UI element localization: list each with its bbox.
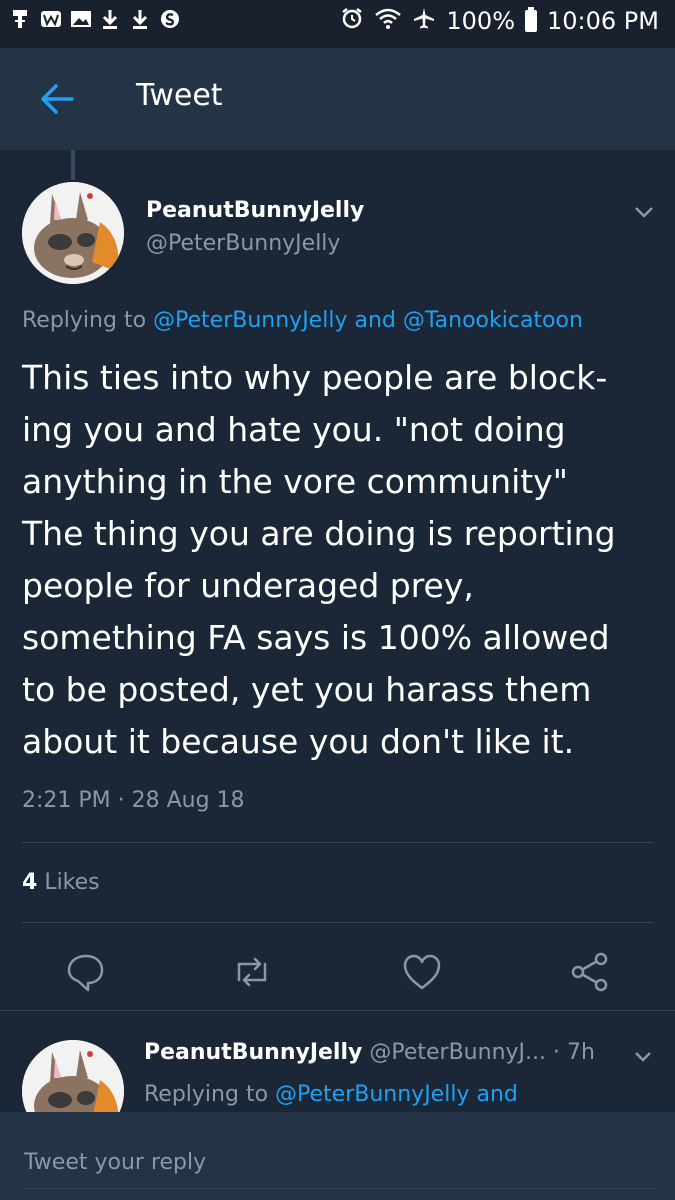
divider xyxy=(22,922,653,923)
download-icon xyxy=(100,8,120,30)
thread-separator xyxy=(0,1010,675,1019)
notification-icons xyxy=(10,8,180,30)
avatar[interactable] xyxy=(22,182,124,284)
likes-count[interactable]: 4 Likes xyxy=(22,870,100,895)
replying-to: Replying to @PeterBunnyJelly and @Tanook… xyxy=(22,308,583,333)
battery-icon xyxy=(525,7,538,32)
replying-user-link[interactable]: @PeterBunnyJelly xyxy=(153,308,347,333)
reply-display-name[interactable]: PeanutBunnyJelly xyxy=(144,1040,362,1065)
status-bar: 100% 10:06 PM xyxy=(0,0,675,48)
chevron-down-icon[interactable] xyxy=(632,200,656,224)
reply-icon[interactable] xyxy=(64,950,108,994)
tweet-timestamp: 2:21 PM · 28 Aug 18 xyxy=(22,788,245,813)
replying-prefix: Replying to xyxy=(22,308,147,333)
compose-bar xyxy=(0,1112,675,1200)
s-notification-icon xyxy=(160,8,180,30)
thread-connector xyxy=(71,150,75,180)
reply-replying-user-link[interactable]: @PeterBunnyJelly and xyxy=(275,1082,518,1107)
system-status: 100% 10:06 PM xyxy=(340,6,659,36)
user-handle[interactable]: @PeterBunnyJelly xyxy=(146,231,364,256)
replying-and[interactable]: and xyxy=(354,308,395,333)
divider xyxy=(22,842,653,843)
download-icon xyxy=(130,8,150,30)
reply-replying-to: Replying to @PeterBunnyJelly and xyxy=(144,1082,518,1107)
display-name[interactable]: PeanutBunnyJelly xyxy=(146,198,364,223)
app-bar: Tweet xyxy=(0,48,675,150)
like-heart-icon[interactable] xyxy=(400,950,444,994)
reply-author-row[interactable]: PeanutBunnyJelly @PeterBunnyJ... · 7h xyxy=(144,1040,595,1065)
reply-handle[interactable]: @PeterBunnyJ... xyxy=(369,1040,546,1065)
image-icon xyxy=(70,8,91,30)
battery-percent: 100% xyxy=(446,7,516,35)
likes-number[interactable]: 4 xyxy=(22,870,37,895)
likes-label[interactable]: Likes xyxy=(44,870,99,895)
reply-replying-prefix: Replying to xyxy=(144,1082,269,1107)
reply-input[interactable] xyxy=(22,1136,656,1189)
airplane-icon xyxy=(412,6,436,36)
author-block[interactable]: PeanutBunnyJelly @PeterBunnyJelly xyxy=(146,198,364,256)
chevron-down-icon[interactable] xyxy=(632,1046,654,1068)
tweet-text: This ties into why people are block- ing… xyxy=(22,358,616,761)
w-notification-icon xyxy=(40,8,61,30)
alarm-icon xyxy=(340,6,364,36)
retweet-icon[interactable] xyxy=(230,950,274,994)
share-icon[interactable] xyxy=(568,950,612,994)
usb-icon xyxy=(10,8,30,30)
page-title: Tweet xyxy=(136,78,223,113)
reply-time: · 7h xyxy=(553,1040,595,1065)
clock: 10:06 PM xyxy=(547,7,659,35)
wifi-icon xyxy=(374,6,402,36)
back-arrow-icon[interactable] xyxy=(36,78,78,120)
replying-user-link[interactable]: @Tanookicatoon xyxy=(403,308,583,333)
